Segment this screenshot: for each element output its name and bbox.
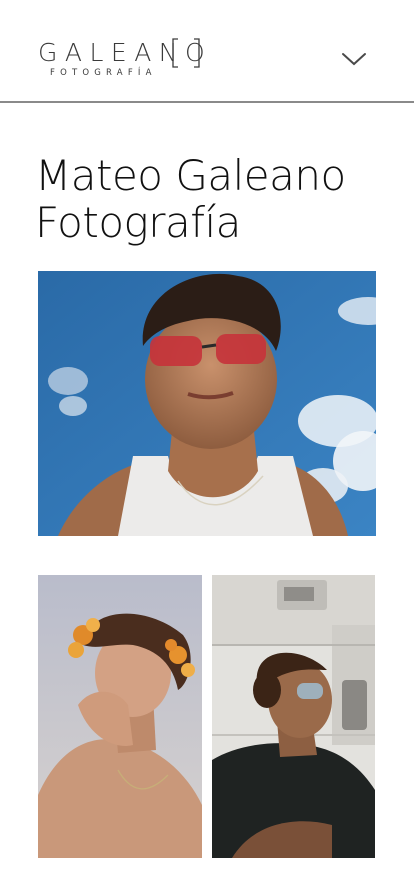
chevron-down-icon bbox=[342, 53, 366, 66]
header-divider bbox=[0, 101, 414, 103]
page-title: Mateo Galeano Fotografía bbox=[35, 152, 346, 246]
page-title-line-1: Mateo Galeano bbox=[35, 151, 346, 200]
site-logo[interactable]: GALEANO FOTOGRAFÍA bbox=[38, 38, 208, 82]
site-header: GALEANO FOTOGRAFÍA bbox=[0, 0, 414, 103]
menu-toggle-button[interactable] bbox=[339, 50, 369, 70]
logo-tagline: FOTOGRAFÍA bbox=[50, 68, 157, 78]
photo-image bbox=[38, 575, 202, 858]
gallery-photo-laundromat[interactable] bbox=[212, 575, 375, 858]
gallery-photo-flower-crown[interactable] bbox=[38, 575, 202, 858]
photo-image bbox=[212, 575, 375, 858]
logo-bracket-mark bbox=[172, 38, 200, 68]
photo-image bbox=[38, 271, 376, 536]
page-title-line-2: Fotografía bbox=[35, 198, 241, 247]
gallery-photo-red-sunglasses[interactable] bbox=[38, 271, 376, 536]
